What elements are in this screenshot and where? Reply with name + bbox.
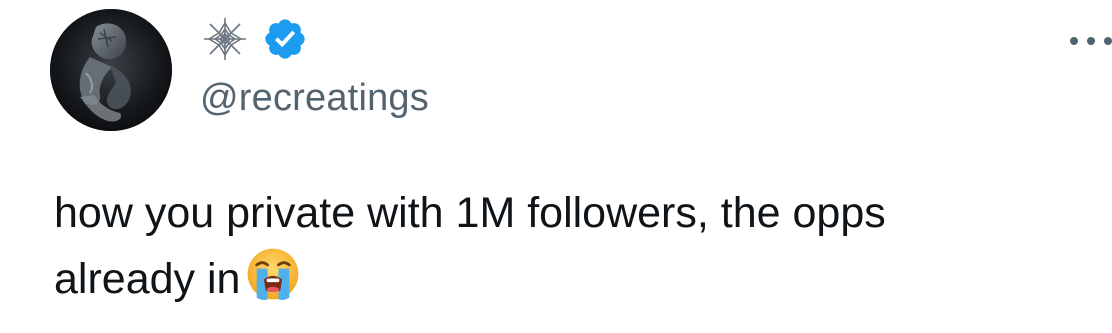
tweet-text: how you private with 1M followers, the o…: [54, 181, 1094, 311]
more-dot: [1087, 37, 1095, 45]
tweet-card: @recreatings how you private with 1M fol…: [0, 0, 1112, 333]
tweet-text-line-2-text: already in: [54, 255, 241, 303]
author-handle[interactable]: @recreatings: [200, 74, 429, 122]
more-dot: [1104, 37, 1112, 45]
spider-man-avatar-image: [50, 9, 172, 131]
tweet-text-line-1: how you private with 1M followers, the o…: [54, 189, 886, 237]
more-options-button[interactable]: [1070, 24, 1112, 58]
spider-web-icon: [204, 18, 246, 60]
author-name-row: [200, 14, 308, 64]
loudly-crying-face-emoji: [248, 248, 299, 300]
verified-badge-icon: [265, 19, 305, 59]
more-dot: [1070, 37, 1078, 45]
tweet-text-line-2: already in: [54, 245, 1094, 311]
author-avatar[interactable]: [50, 9, 172, 131]
